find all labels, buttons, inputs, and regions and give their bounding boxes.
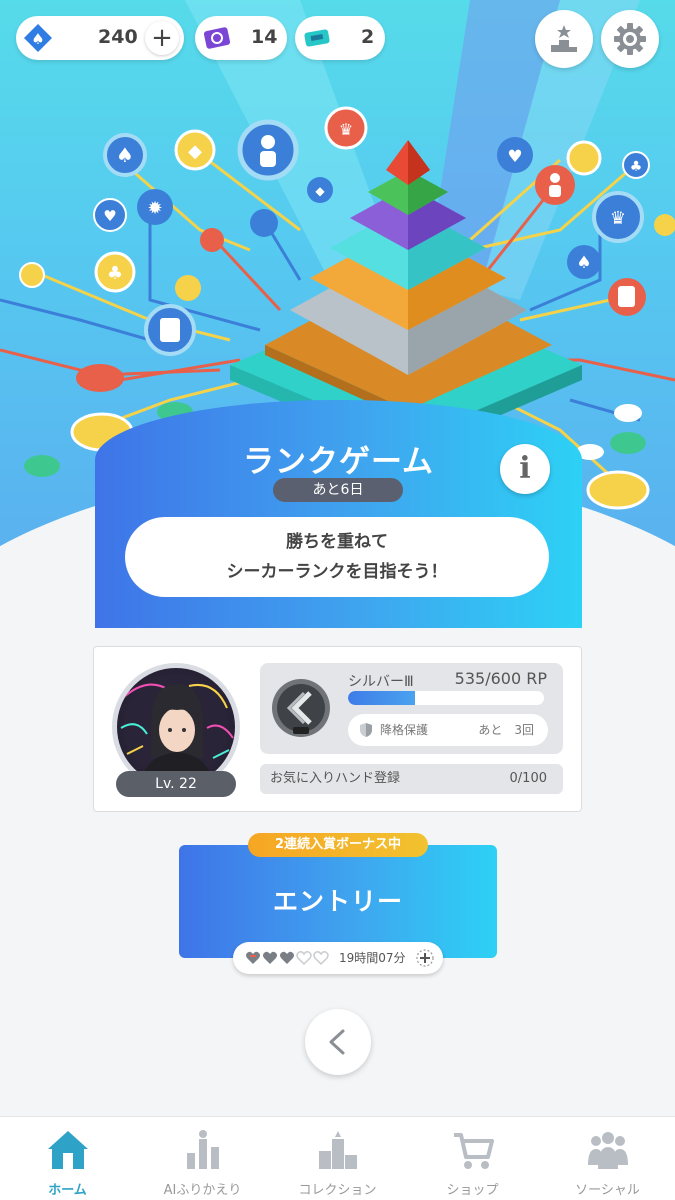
demotion-protection: 降格保護 あと 3回 xyxy=(348,714,548,746)
info-button[interactable]: i xyxy=(500,444,550,494)
silver-rank-emblem-icon xyxy=(270,677,332,739)
streak-bonus-badge: 2連続入賞ボーナス中 xyxy=(248,833,428,857)
heart-icon xyxy=(246,950,329,966)
stamina-timer-text: 19時間07分 xyxy=(339,951,406,965)
nav-label-home: ホーム xyxy=(48,1183,87,1198)
podium-ranking-icon xyxy=(551,25,577,52)
rank-progress-fill xyxy=(348,691,415,705)
svg-text:♠: ♠ xyxy=(116,143,134,167)
ticket-counter: 14 xyxy=(195,16,287,60)
player-status-panel: Lv. 22 シルバーⅢ 535/600 RP 降格保護 あと 3回 お気に入り… xyxy=(93,646,582,812)
rank-progress-bar xyxy=(348,691,544,705)
bottom-navigation: ホーム AIふりかえり コレクション ショップ ソーシャル xyxy=(0,1116,675,1200)
gear-icon xyxy=(614,23,646,55)
bar-chart-icon xyxy=(178,1127,228,1173)
blue-spade-gem-icon: ♠ xyxy=(22,22,54,54)
nav-item-social[interactable]: ソーシャル xyxy=(540,1117,675,1200)
favorite-hands-label: お気に入りハンド登録 xyxy=(270,771,401,786)
svg-text:♠: ♠ xyxy=(576,253,591,273)
nav-item-home[interactable]: ホーム xyxy=(0,1117,135,1200)
remaining-days-badge: あと6日 xyxy=(273,478,403,502)
nav-label-ai-review: AIふりかえり xyxy=(163,1183,242,1198)
svg-text:♛: ♛ xyxy=(610,208,626,229)
stamina-timer: 19時間07分 xyxy=(233,942,443,974)
svg-text:♣: ♣ xyxy=(107,263,123,284)
protection-label: 降格保護 xyxy=(380,723,429,737)
pass-counter: 2 xyxy=(295,16,385,60)
svg-text:♥: ♥ xyxy=(103,207,116,225)
message-line-1: 勝ちを重ねて xyxy=(286,532,388,552)
svg-text:✹: ✹ xyxy=(147,198,162,219)
nav-item-collection[interactable]: コレクション xyxy=(270,1117,405,1200)
svg-text:◆: ◆ xyxy=(315,184,325,198)
player-level-badge: Lv. 22 xyxy=(116,771,236,797)
nav-item-shop[interactable]: ショップ xyxy=(405,1117,540,1200)
rank-game-message: 勝ちを重ねて シーカーランクを目指そう！ xyxy=(125,517,549,597)
svg-text:♠: ♠ xyxy=(31,30,44,48)
settings-button[interactable] xyxy=(601,10,659,68)
rank-game-card: ランクゲーム あと6日 i 勝ちを重ねて シーカーランクを目指そう！ xyxy=(95,400,582,628)
nav-item-ai-review[interactable]: AIふりかえり xyxy=(135,1117,270,1200)
chevron-left-icon xyxy=(329,1029,345,1055)
rank-name: シルバーⅢ xyxy=(348,674,414,690)
ranking-button[interactable] xyxy=(535,10,593,68)
nav-label-collection: コレクション xyxy=(298,1183,377,1198)
svg-text:◆: ◆ xyxy=(188,141,202,162)
home-icon xyxy=(43,1127,93,1173)
favorite-hands-count: 0/100 xyxy=(509,771,547,786)
svg-text:♣: ♣ xyxy=(630,159,643,175)
teal-pass-icon xyxy=(301,22,333,54)
podium-icon xyxy=(313,1127,363,1173)
pass-count: 2 xyxy=(361,26,375,48)
add-stamina-button[interactable] xyxy=(415,948,435,971)
player-portrait-icon xyxy=(120,683,234,786)
shield-icon xyxy=(360,723,372,737)
protection-count: あと 3回 xyxy=(478,723,534,737)
back-button[interactable] xyxy=(305,1009,371,1075)
people-icon xyxy=(583,1127,633,1173)
rank-info-box[interactable]: シルバーⅢ 535/600 RP 降格保護 あと 3回 xyxy=(260,663,563,754)
ticket-count: 14 xyxy=(251,26,278,48)
plus-icon xyxy=(416,949,434,967)
rank-points: 535/600 RP xyxy=(454,669,547,688)
stamina-hearts xyxy=(245,950,333,966)
favorite-hands-row[interactable]: お気に入りハンド登録 0/100 xyxy=(260,764,563,794)
gem-counter: ♠ 240 + xyxy=(16,16,184,60)
nav-label-shop: ショップ xyxy=(446,1183,499,1198)
svg-text:♥: ♥ xyxy=(507,147,522,167)
add-gems-button[interactable]: + xyxy=(145,21,179,55)
message-line-2: シーカーランクを目指そう！ xyxy=(226,562,448,582)
gem-count: 240 xyxy=(98,26,138,48)
nav-label-social: ソーシャル xyxy=(575,1183,640,1198)
svg-text:♛: ♛ xyxy=(339,120,353,139)
purple-ticket-icon xyxy=(201,22,233,54)
cart-icon xyxy=(448,1127,498,1173)
